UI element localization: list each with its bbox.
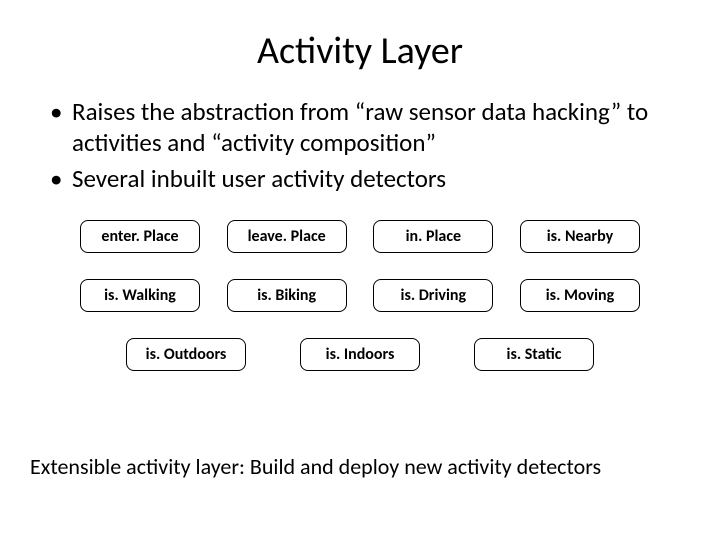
detector-chip: enter. Place	[80, 220, 200, 253]
detector-row: is. Outdoors is. Indoors is. Static	[80, 338, 640, 371]
detector-chip: is. Moving	[520, 279, 640, 312]
detector-grid: enter. Place leave. Place in. Place is. …	[40, 220, 680, 371]
detector-row: enter. Place leave. Place in. Place is. …	[80, 220, 640, 253]
detector-chip: is. Biking	[227, 279, 347, 312]
detector-chip: is. Driving	[373, 279, 493, 312]
bullet-item: Several inbuilt user activity detectors	[50, 163, 680, 194]
footer-text: Extensible activity layer: Build and dep…	[30, 453, 690, 480]
detector-chip: is. Indoors	[300, 338, 420, 371]
detector-chip: is. Outdoors	[126, 338, 246, 371]
detector-chip: is. Walking	[80, 279, 200, 312]
detector-chip: is. Static	[474, 338, 594, 371]
bullet-list: Raises the abstraction from “raw sensor …	[40, 96, 680, 194]
slide-title: Activity Layer	[40, 28, 680, 74]
bullet-item: Raises the abstraction from “raw sensor …	[50, 96, 680, 159]
detector-chip: is. Nearby	[520, 220, 640, 253]
detector-chip: leave. Place	[227, 220, 347, 253]
detector-chip: in. Place	[373, 220, 493, 253]
detector-row: is. Walking is. Biking is. Driving is. M…	[80, 279, 640, 312]
